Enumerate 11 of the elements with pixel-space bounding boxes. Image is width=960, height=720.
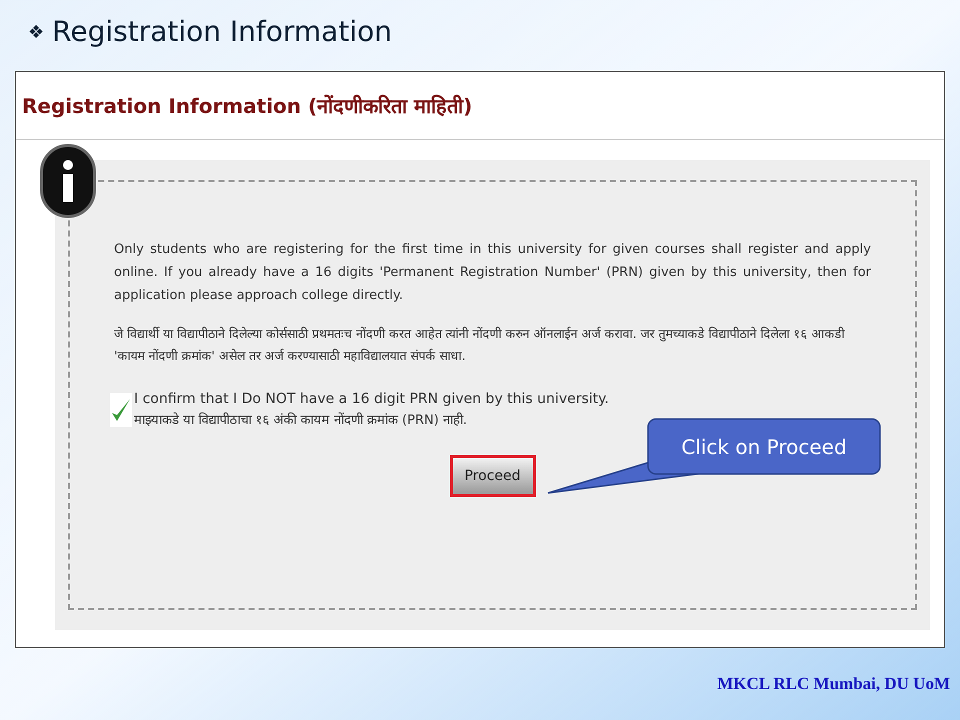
form-title: Registration Information (नोंदणीकरिता माहिती) [22, 92, 472, 120]
bullet-icon: ❖ [28, 18, 44, 46]
confirm-checkbox[interactable] [110, 393, 132, 427]
info-paragraph: Only students who are registering for the first time in this university for given courses shall register and apply online. If you already have a 16 digits 'Permanent Registration Number' (PRN) given by this university, then for application please approach college directly. [114, 241, 871, 305]
proceed-button[interactable]: Proceed [450, 455, 536, 497]
info-paragraph-marathi: जे विद्यार्थी या विद्यापीठाने दिलेल्या कोर्ससाठी प्रथमतःच नोंदणी करत आहेत त्यांनी नोंदणी करुन ऑनलाईन अर्ज करावा. जर तुमच्याकडे विद्यापीठाने दिलेला १६ आकडी 'कायम नोंदणी क्रमांक' असेल तर अर्ज करण्यासाठी महाविद्यालयात संपर्क साधा. [114, 325, 846, 365]
confirm-label-marathi: माझ्याकडे या विद्यापीठाचा १६ अंकी कायम नोंदणी क्रमांक (PRN) नाही. [134, 411, 468, 430]
footer-text: MKCL RLC Mumbai, DU UoM [717, 673, 950, 696]
slide-title: Registration Information [52, 18, 392, 46]
confirm-label: I confirm that I Do NOT have a 16 digit PRN given by this university. [134, 390, 609, 409]
callout: Click on Proceed [540, 415, 885, 497]
